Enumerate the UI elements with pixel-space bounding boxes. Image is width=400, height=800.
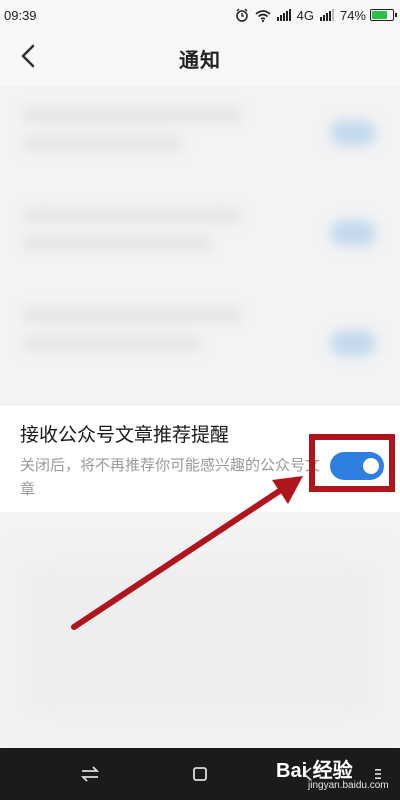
recommendation-toggle[interactable] xyxy=(330,452,384,480)
watermark-url: jingyan.baidu.com xyxy=(308,780,389,791)
watermark-logo-text: Bai 经验 xyxy=(276,760,353,782)
page-title: 通知 xyxy=(179,47,221,72)
setting-row-article-recommendation: 接收公众号文章推荐提醒 关闭后，将不再推荐你可能感兴趣的公众号文章 xyxy=(0,406,400,512)
battery: 74% xyxy=(339,7,397,23)
blurred-text xyxy=(22,236,212,250)
blurred-settings-region xyxy=(0,86,400,386)
back-button[interactable] xyxy=(10,40,46,76)
blurred-text xyxy=(22,308,242,322)
network-type: 4G xyxy=(296,7,314,23)
battery-fill xyxy=(372,11,387,19)
signal-icon xyxy=(276,9,291,21)
signal-icon xyxy=(319,9,334,21)
blurred-row xyxy=(0,86,400,176)
blurred-text xyxy=(22,208,242,222)
setting-title: 接收公众号文章推荐提醒 xyxy=(20,424,230,446)
chevron-left-icon xyxy=(20,44,36,72)
setting-description: 关闭后，将不再推荐你可能感兴趣的公众号文章 xyxy=(20,456,321,498)
battery-icon xyxy=(370,9,397,21)
blurred-bottom-region xyxy=(20,560,380,720)
wifi-icon xyxy=(255,9,271,22)
toggle-knob xyxy=(363,458,379,474)
blurred-text xyxy=(22,108,242,122)
blurred-toggle xyxy=(330,330,376,356)
switch-icon[interactable] xyxy=(76,760,104,788)
page-header: 通知 xyxy=(0,30,400,86)
home-square-icon[interactable] xyxy=(186,760,214,788)
status-bar: 09:39 4G 74% xyxy=(0,0,400,30)
battery-percent: 74% xyxy=(339,7,366,23)
alarm-icon xyxy=(235,8,249,22)
blurred-text xyxy=(22,336,202,350)
blurred-row xyxy=(0,186,400,276)
baidu-watermark: Bai 经验 jingyan.baidu.com xyxy=(262,752,392,796)
blurred-toggle xyxy=(330,220,376,246)
blurred-toggle xyxy=(330,120,376,146)
blurred-text xyxy=(22,136,182,150)
status-icons: 4G 74% xyxy=(235,7,397,23)
blurred-row xyxy=(0,286,400,376)
status-time: 09:39 xyxy=(4,7,37,23)
